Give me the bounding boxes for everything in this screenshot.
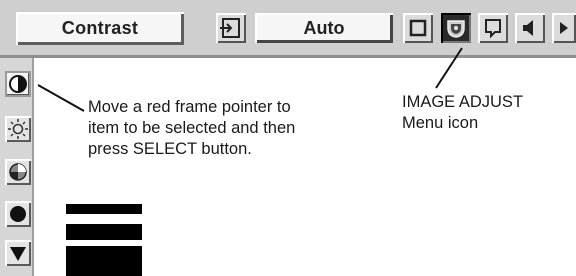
pointer-instruction-line: item to be selected and then (88, 119, 296, 137)
pointer-instruction-line: press SELECT button. (88, 140, 252, 158)
pointer-instruction: Move a red frame pointer to item to be s… (88, 97, 295, 160)
image-adjust-callout-line: IMAGE ADJUST (402, 93, 524, 111)
image-adjust-callout-line: Menu icon (402, 114, 479, 132)
image-adjust-callout: IMAGE ADJUST Menu icon (402, 92, 523, 134)
pointer-instruction-line: Move a red frame pointer to (88, 98, 291, 116)
